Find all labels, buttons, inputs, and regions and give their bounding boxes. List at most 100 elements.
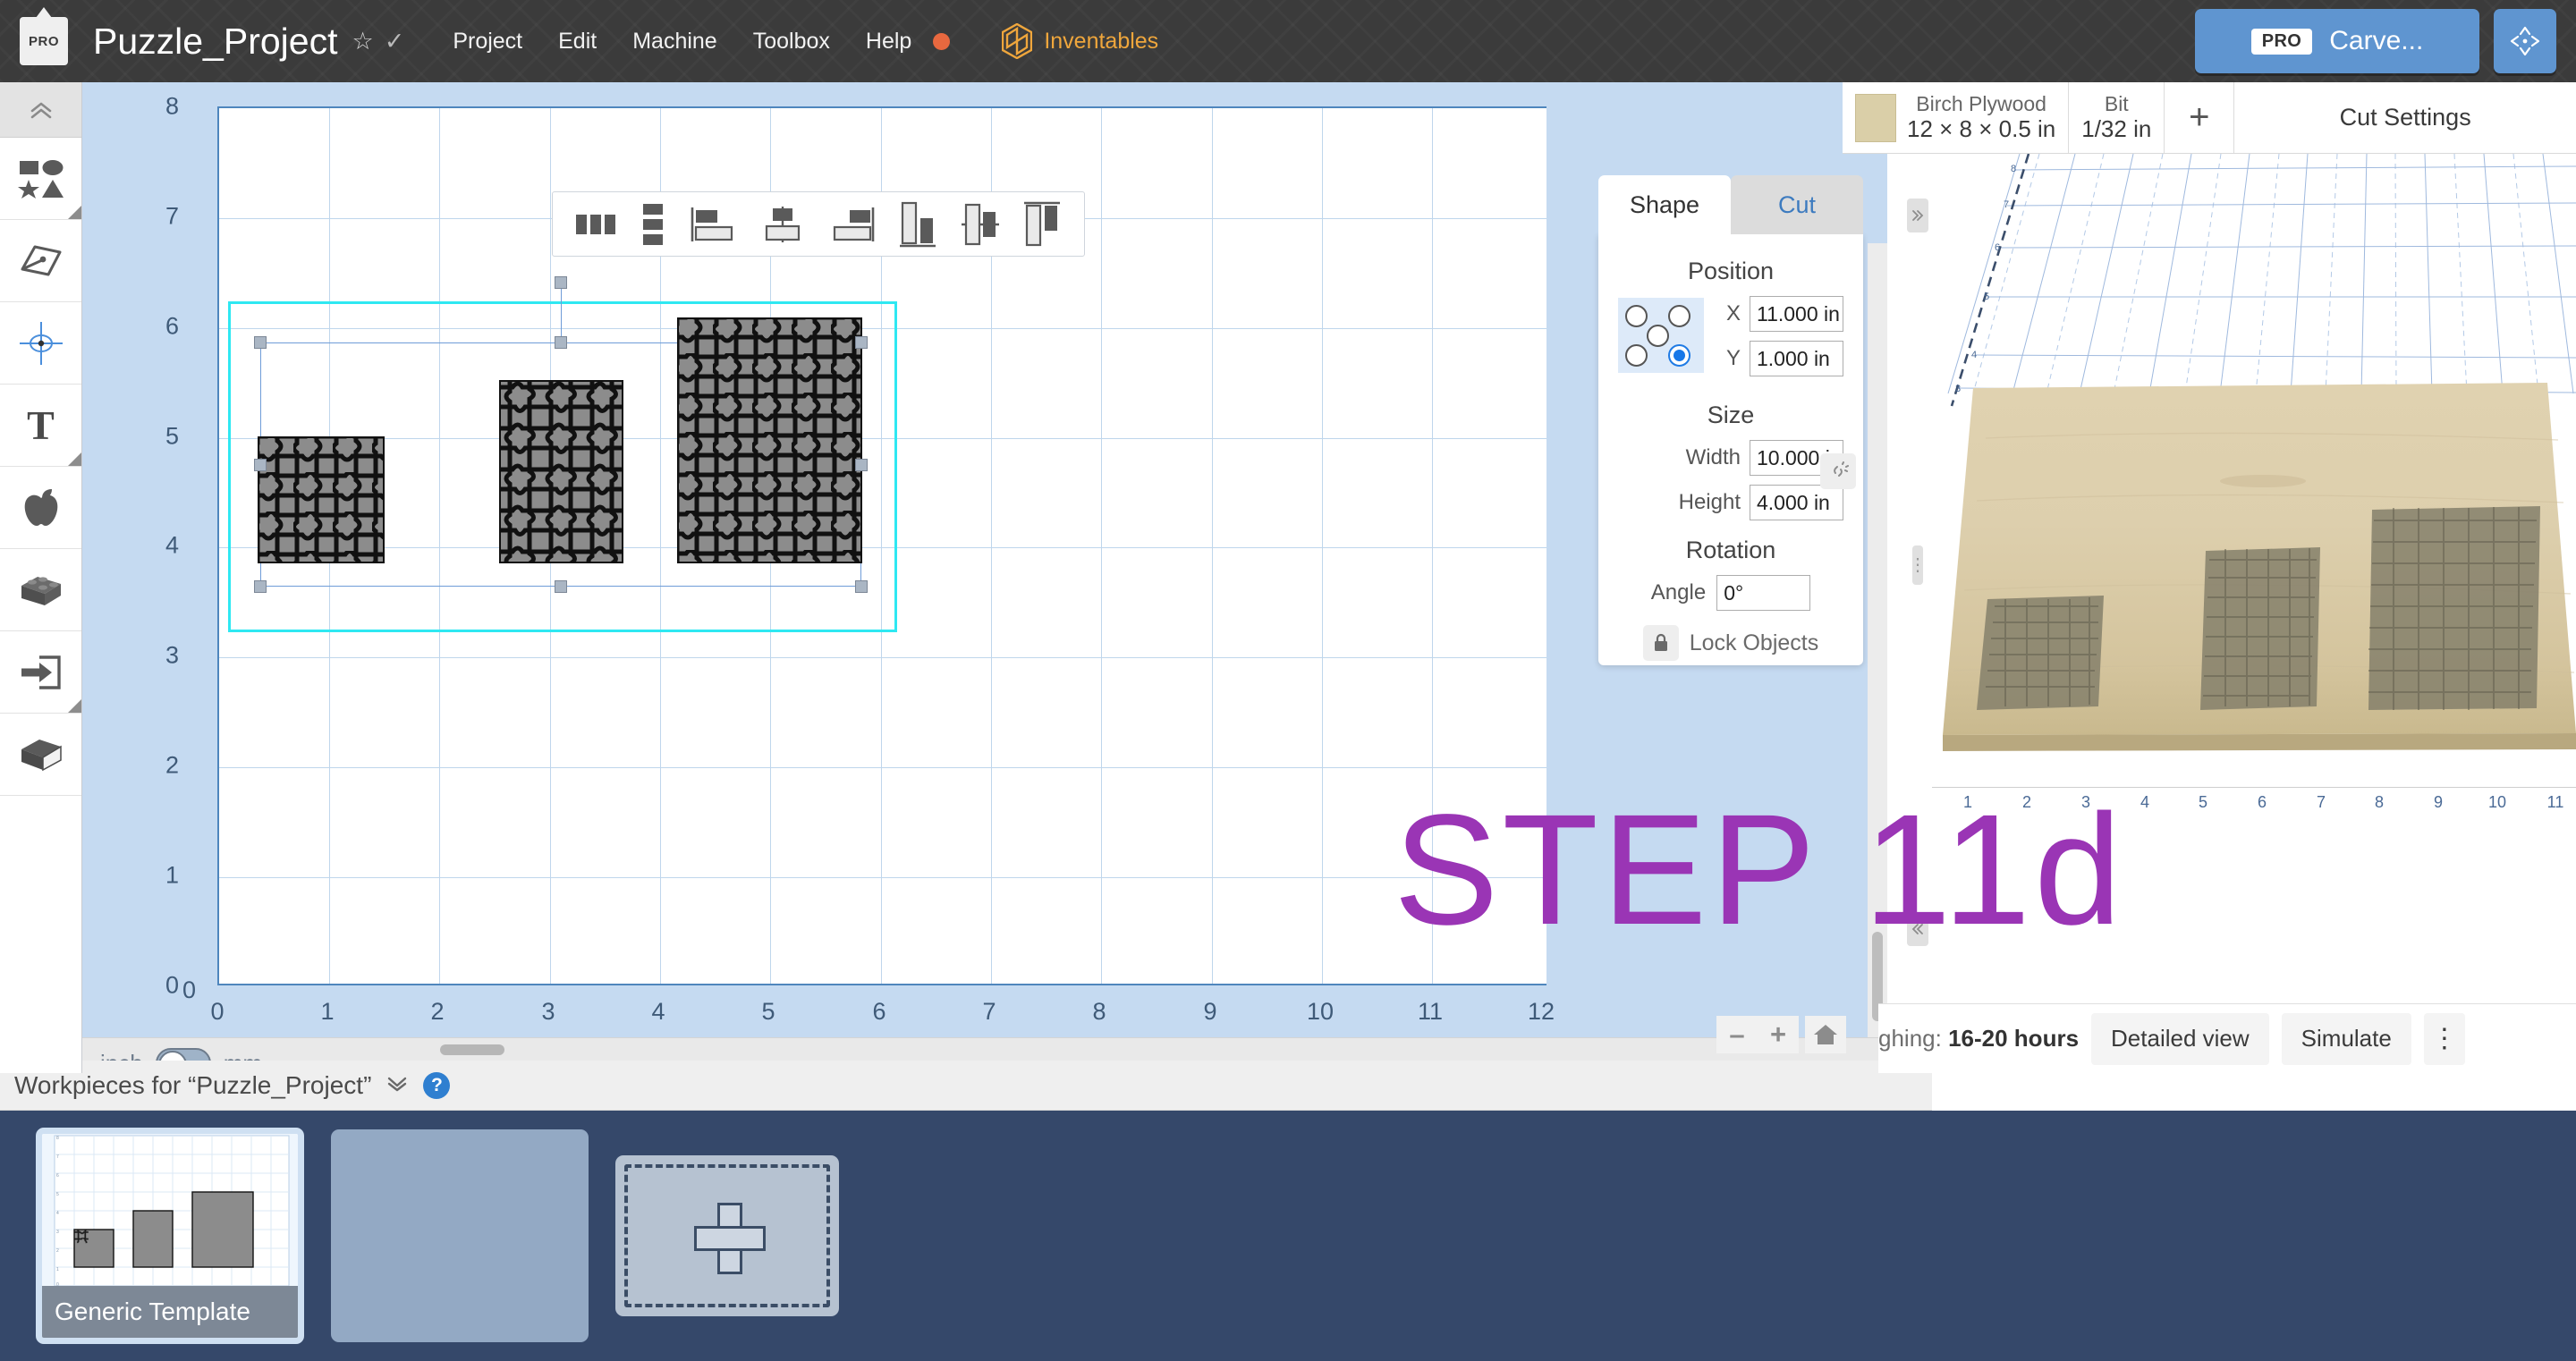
sidebar-item-pen-tool[interactable] (0, 220, 81, 302)
alignment-toolbar (552, 191, 1085, 257)
pan-navigation-button[interactable] (2494, 9, 2556, 73)
angle-label: Angle (1651, 580, 1706, 605)
distribute-vertical-icon[interactable] (638, 203, 668, 246)
svg-text:2: 2 (56, 1248, 59, 1254)
panel-vertical-drag-handle[interactable]: ⋮ (1912, 545, 1923, 585)
y-input[interactable]: 1.000 in (1750, 341, 1843, 376)
panel-expand-right-handle[interactable] (1907, 199, 1928, 232)
scrollbar-thumb[interactable] (440, 1044, 504, 1055)
svg-text:8: 8 (2011, 164, 2016, 174)
panel-collapse-left-handle[interactable] (1907, 912, 1928, 946)
sidebar-item-box-tool[interactable] (0, 714, 81, 796)
pv-tick: 1 (1963, 793, 1972, 812)
canvas-horizontal-scrollbar[interactable] (82, 1037, 1887, 1061)
menu-project[interactable]: Project (453, 29, 522, 55)
aspect-lock-button[interactable] (1820, 453, 1856, 489)
rotation-handle[interactable] (555, 276, 567, 289)
pro-logo: PRO (20, 17, 68, 65)
resize-handle-top-right[interactable] (855, 336, 868, 349)
carve-time-estimate: ghing: 16-20 hours (1878, 1025, 2079, 1052)
anchor-bottom-left[interactable] (1625, 344, 1648, 367)
anchor-bottom-right[interactable] (1668, 344, 1690, 367)
sidebar-item-apps-tool[interactable] (0, 467, 81, 549)
favorite-star-icon[interactable]: ☆ (352, 28, 373, 55)
bar-1[interactable] (258, 436, 385, 563)
menu-edit[interactable]: Edit (558, 29, 597, 55)
workpiece-card-blank[interactable] (331, 1129, 589, 1342)
resize-handle-top-center[interactable] (555, 336, 567, 349)
home-icon (1812, 1022, 1839, 1047)
top-bar-actions: PRO Carve... (2195, 9, 2556, 73)
menu-help[interactable]: Help (866, 29, 911, 55)
sidebar-item-shapes-tool[interactable] (0, 138, 81, 220)
add-workpiece-button[interactable] (615, 1155, 839, 1316)
x-tick: 6 (872, 998, 886, 1026)
zoom-controls: – + (1716, 1016, 1846, 1053)
sidebar-item-text-tool[interactable]: T (0, 385, 81, 467)
sidebar-item-3d-shapes-tool[interactable] (0, 549, 81, 631)
x-input[interactable]: 11.000 in (1750, 296, 1843, 332)
workpiece-card-generic-template[interactable]: 876 543 210 123 456 789 101112 Generic T… (36, 1128, 304, 1344)
bar-2[interactable] (499, 380, 623, 563)
anchor-top-right[interactable] (1668, 305, 1690, 327)
3d-viewport[interactable]: 876 543 (1932, 154, 2576, 798)
resize-handle-mid-right[interactable] (855, 459, 868, 471)
anchor-center[interactable] (1647, 325, 1669, 347)
align-middle-vertical-icon[interactable] (960, 199, 1001, 249)
workpieces-chevron-icon[interactable] (386, 1074, 409, 1097)
sidebar-item-import-tool[interactable] (0, 631, 81, 714)
resize-handle-bottom-right[interactable] (855, 580, 868, 593)
resize-handle-bottom-left[interactable] (254, 580, 267, 593)
cut-settings-button[interactable]: Cut Settings (2234, 82, 2576, 153)
align-center-horizontal-icon[interactable] (758, 205, 807, 244)
workpieces-header: Workpieces for “Puzzle_Project” ? (0, 1061, 1932, 1111)
zoom-home-button[interactable] (1805, 1016, 1846, 1053)
resize-handle-bottom-center[interactable] (555, 580, 567, 593)
menu-toolbox[interactable]: Toolbox (753, 29, 830, 55)
lock-objects-button[interactable] (1643, 625, 1679, 661)
bit-selector[interactable]: Bit 1/32 in (2069, 82, 2165, 153)
align-right-icon[interactable] (828, 205, 877, 244)
anchor-point-selector[interactable] (1618, 298, 1704, 373)
sidebar-item-origin-tool[interactable] (0, 302, 81, 385)
material-selector[interactable]: Birch Plywood 12 × 8 × 0.5 in (1843, 82, 2069, 153)
3d-preview-panel[interactable]: 876 543 (1932, 82, 2576, 1073)
rail-collapse-button[interactable] (0, 82, 81, 138)
resize-handle-mid-left[interactable] (254, 459, 267, 471)
grip-dots-icon: ⋮ (1909, 561, 1927, 571)
estimate-prefix: ghing: (1878, 1025, 1942, 1052)
shape-properties-panel: Shape Cut Position X 11.000 in (1598, 175, 1863, 665)
lock-objects-label: Lock Objects (1690, 630, 1819, 656)
chevron-double-left-icon (1911, 922, 1925, 936)
anchor-top-left[interactable] (1625, 305, 1648, 327)
broken-link-icon (1827, 461, 1849, 482)
more-options-button[interactable]: ⋮ (2424, 1013, 2465, 1065)
y-tick: 5 (165, 423, 179, 451)
menu-machine[interactable]: Machine (632, 29, 717, 55)
zoom-in-button[interactable]: + (1758, 1016, 1799, 1053)
top-bar: PRO Puzzle_Project ☆ ✓ Project Edit Mach… (0, 0, 2576, 82)
workpiece-card-label: Generic Template (42, 1286, 298, 1338)
align-bottom-icon[interactable] (897, 199, 938, 249)
svg-text:8: 8 (56, 1136, 59, 1141)
canvas-vertical-scrollbar[interactable] (1868, 243, 1887, 1073)
x-tick: 7 (982, 998, 996, 1026)
detailed-view-button[interactable]: Detailed view (2091, 1013, 2269, 1065)
angle-input[interactable]: 0° (1716, 575, 1810, 611)
pv-tick: 7 (2317, 793, 2326, 812)
tab-shape[interactable]: Shape (1598, 175, 1731, 234)
inventables-brand[interactable]: Inventables (1002, 23, 1158, 59)
height-input[interactable]: 4.000 in (1750, 485, 1843, 520)
align-top-icon[interactable] (1021, 199, 1063, 249)
resize-handle-top-left[interactable] (254, 336, 267, 349)
help-question-icon[interactable]: ? (423, 1072, 450, 1099)
tab-cut[interactable]: Cut (1731, 175, 1863, 234)
zoom-out-button[interactable]: – (1716, 1016, 1758, 1053)
simulate-button[interactable]: Simulate (2282, 1013, 2411, 1065)
bar-3[interactable] (677, 317, 862, 563)
add-bit-button[interactable]: + (2165, 82, 2234, 153)
carve-button[interactable]: PRO Carve... (2195, 9, 2479, 73)
distribute-horizontal-icon[interactable] (574, 209, 617, 240)
align-left-icon[interactable] (690, 205, 738, 244)
material-board-3d (1932, 376, 2576, 762)
